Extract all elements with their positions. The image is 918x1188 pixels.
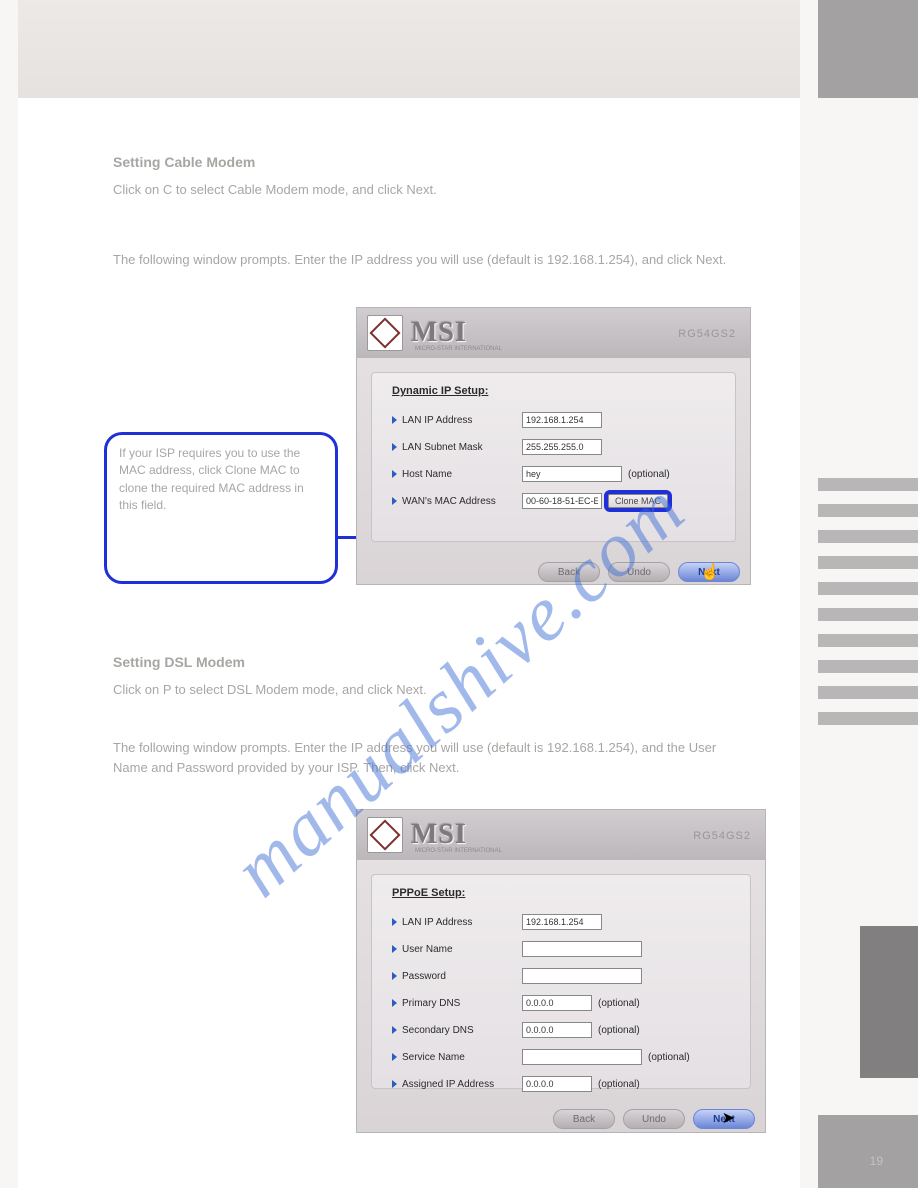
row-pdns: Primary DNS (optional) <box>392 994 730 1012</box>
optional-label: (optional) <box>598 1079 640 1090</box>
bullet-icon <box>392 416 397 424</box>
stripe <box>818 686 918 699</box>
bullet-icon <box>392 443 397 451</box>
callout-box: If your ISP requires you to use the MAC … <box>104 432 338 584</box>
msi-header-bar: MSI MICRO-STAR INTERNATIONAL RG54GS2 <box>357 308 750 358</box>
stripe <box>818 582 918 595</box>
stripe <box>818 608 918 621</box>
undo-button[interactable]: Undo <box>608 562 670 582</box>
label-lan-ip: LAN IP Address <box>402 917 522 928</box>
row-lan-ip: LAN IP Address <box>392 411 715 429</box>
optional-label: (optional) <box>628 469 670 480</box>
screenshot-pppoe: MSI MICRO-STAR INTERNATIONAL RG54GS2 PPP… <box>356 809 766 1133</box>
optional-label: (optional) <box>648 1052 690 1063</box>
dynamic-ip-panel: Dynamic IP Setup: LAN IP Address LAN Sub… <box>371 372 736 542</box>
screenshot-dynamic-ip: MSI MICRO-STAR INTERNATIONAL RG54GS2 Dyn… <box>356 307 751 585</box>
button-row: Back Undo Next <box>357 1103 765 1133</box>
msi-brand-text: MSI <box>411 317 467 349</box>
bullet-icon <box>392 1080 397 1088</box>
panel-title: PPPoE Setup: <box>392 887 730 899</box>
sidebar <box>818 0 918 1188</box>
row-wan-mac: WAN's MAC Address Clone MAC <box>392 492 715 510</box>
panel-title: Dynamic IP Setup: <box>392 385 715 397</box>
msi-header-bar: MSI MICRO-STAR INTERNATIONAL RG54GS2 <box>357 810 765 860</box>
bullet-icon <box>392 1053 397 1061</box>
label-sdns: Secondary DNS <box>402 1025 522 1036</box>
next-button[interactable]: Next <box>693 1109 755 1129</box>
input-host[interactable] <box>522 466 622 482</box>
page-number: 19 <box>870 1154 883 1168</box>
sidebar-top-block <box>818 0 918 98</box>
optional-label: (optional) <box>598 1025 640 1036</box>
heading-dsl-modem: Setting DSL Modem <box>113 654 245 670</box>
stripe <box>818 530 918 543</box>
label-pdns: Primary DNS <box>402 998 522 1009</box>
msi-logo-icon <box>367 315 403 351</box>
back-button[interactable]: Back <box>538 562 600 582</box>
optional-label: (optional) <box>598 998 640 1009</box>
header-strip <box>18 0 800 98</box>
input-lan-ip[interactable] <box>522 914 602 930</box>
label-pass: Password <box>402 971 522 982</box>
stripe <box>818 556 918 569</box>
input-subnet[interactable] <box>522 439 602 455</box>
sidebar-bottom-block <box>818 1115 918 1188</box>
msi-subtitle: MICRO-STAR INTERNATIONAL <box>415 848 502 854</box>
label-svc: Service Name <box>402 1052 522 1063</box>
para-dsl-2: The following window prompts. Enter the … <box>113 738 753 778</box>
msi-logo-icon <box>367 817 403 853</box>
row-subnet: LAN Subnet Mask <box>392 438 715 456</box>
bullet-icon <box>392 497 397 505</box>
undo-button[interactable]: Undo <box>623 1109 685 1129</box>
row-svc: Service Name (optional) <box>392 1048 730 1066</box>
bullet-icon <box>392 972 397 980</box>
row-host: Host Name (optional) <box>392 465 715 483</box>
bullet-icon <box>392 999 397 1007</box>
msi-subtitle: MICRO-STAR INTERNATIONAL <box>415 346 502 352</box>
row-lan-ip: LAN IP Address <box>392 913 730 931</box>
input-assigned[interactable] <box>522 1076 592 1092</box>
bullet-icon <box>392 945 397 953</box>
label-user: User Name <box>402 944 522 955</box>
msi-model-label: RG54GS2 <box>678 328 736 340</box>
row-pass: Password <box>392 967 730 985</box>
label-wan-mac: WAN's MAC Address <box>402 496 522 507</box>
back-button[interactable]: Back <box>553 1109 615 1129</box>
msi-model-label: RG54GS2 <box>693 830 751 842</box>
button-row: Back Undo Next <box>357 556 750 586</box>
msi-brand-text: MSI <box>411 819 467 851</box>
para-cable-1: Click on C to select Cable Modem mode, a… <box>113 180 753 200</box>
heading-cable-modem: Setting Cable Modem <box>113 154 255 170</box>
input-user[interactable] <box>522 941 642 957</box>
bullet-icon <box>392 918 397 926</box>
stripe <box>818 712 918 725</box>
stripe <box>818 634 918 647</box>
stripe <box>818 478 918 491</box>
next-button[interactable]: Next <box>678 562 740 582</box>
bullet-icon <box>392 470 397 478</box>
callout-text: If your ISP requires you to use the MAC … <box>119 446 304 512</box>
row-user: User Name <box>392 940 730 958</box>
input-pdns[interactable] <box>522 995 592 1011</box>
stripe <box>818 660 918 673</box>
sidebar-dark-block <box>860 926 918 1078</box>
input-pass[interactable] <box>522 968 642 984</box>
label-host: Host Name <box>402 469 522 480</box>
clone-mac-button[interactable]: Clone MAC <box>608 494 668 508</box>
label-subnet: LAN Subnet Mask <box>402 442 522 453</box>
input-wan-mac[interactable] <box>522 493 602 509</box>
row-assigned: Assigned IP Address (optional) <box>392 1075 730 1093</box>
label-assigned: Assigned IP Address <box>402 1079 522 1090</box>
para-cable-2: The following window prompts. Enter the … <box>113 250 753 270</box>
row-sdns: Secondary DNS (optional) <box>392 1021 730 1039</box>
input-svc[interactable] <box>522 1049 642 1065</box>
stripe <box>818 504 918 517</box>
pppoe-panel: PPPoE Setup: LAN IP Address User Name Pa… <box>371 874 751 1089</box>
sidebar-stripes <box>818 478 918 738</box>
input-lan-ip[interactable] <box>522 412 602 428</box>
bullet-icon <box>392 1026 397 1034</box>
label-lan-ip: LAN IP Address <box>402 415 522 426</box>
para-dsl-1: Click on P to select DSL Modem mode, and… <box>113 680 753 700</box>
input-sdns[interactable] <box>522 1022 592 1038</box>
